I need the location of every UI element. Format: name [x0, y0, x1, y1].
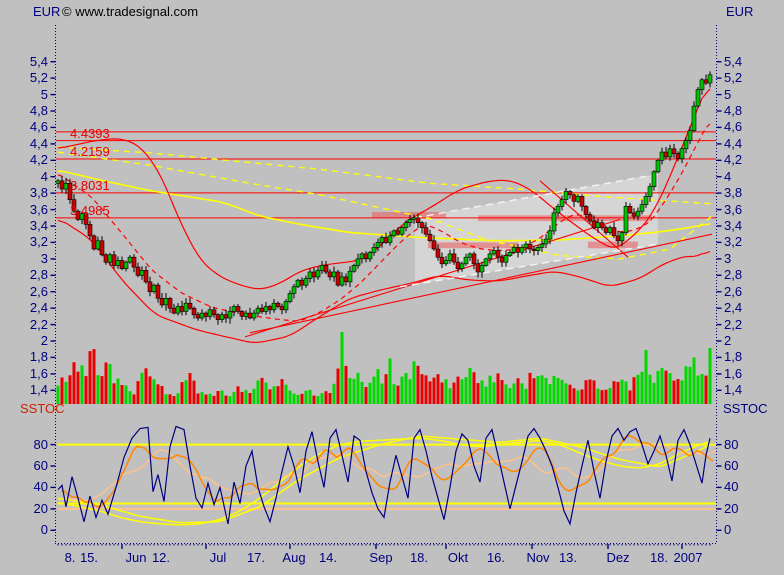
- hline-price-label: 4.2159: [70, 144, 110, 159]
- price-axis-label-right: 2,8: [724, 267, 743, 282]
- price-axis-label-right: 2,6: [724, 284, 743, 299]
- price-axis-label-left: 3: [40, 251, 48, 266]
- price-axis-label-right: 3,2: [724, 234, 743, 249]
- sstoc-axis-label-left: 60: [33, 458, 48, 473]
- price-axis-label-left: 5,2: [29, 70, 48, 85]
- price-axis-label-left: 5: [40, 87, 48, 102]
- price-axis-label-right: 5: [724, 87, 732, 102]
- price-axis-label-left: 2,2: [29, 317, 48, 332]
- chart-canvas[interactable]: [0, 0, 784, 575]
- price-axis-title-right: EUR: [726, 4, 754, 19]
- price-axis-label-right: 3,8: [724, 185, 743, 200]
- price-axis-label-right: 2,4: [724, 300, 743, 315]
- trading-chart-window: EUR © www.tradesignal.com EUR SSTOC SSTO…: [0, 0, 784, 575]
- price-axis-label-right: 1,4: [724, 382, 743, 397]
- price-axis-label-left: 4,4: [29, 136, 48, 151]
- price-axis-label-right: 4,6: [724, 119, 743, 134]
- price-axis-label-right: 5,2: [724, 70, 743, 85]
- price-axis-label-left: 4,6: [29, 119, 48, 134]
- price-axis-label-right: 1,8: [724, 349, 743, 364]
- date-axis-label: 15.: [79, 550, 99, 565]
- price-axis-label-left: 3,4: [29, 218, 48, 233]
- sstoc-axis-label-left: 20: [33, 501, 48, 516]
- date-axis-label: Okt: [447, 550, 469, 565]
- price-axis-label-left: 2,4: [29, 300, 48, 315]
- date-axis-label: 13.: [558, 550, 578, 565]
- sstoc-title-left: SSTOC: [20, 401, 65, 416]
- date-axis-label: Sep: [369, 550, 393, 565]
- sstoc-axis-label-right: 80: [724, 437, 739, 452]
- price-axis-label-left: 1,4: [29, 382, 48, 397]
- sstoc-axis-label-right: 0: [724, 522, 732, 537]
- sstoc-axis-label-left: 0: [40, 522, 48, 537]
- date-axis-label: 17.: [246, 550, 266, 565]
- price-axis-label-left: 4,2: [29, 152, 48, 167]
- price-axis-label-right: 1,6: [724, 366, 743, 381]
- price-axis-label-right: 4,4: [724, 136, 743, 151]
- hline-price-label: 4.4393: [70, 126, 110, 141]
- price-axis-label-left: 3,6: [29, 202, 48, 217]
- date-axis-label: 16.: [486, 550, 506, 565]
- price-axis-label-right: 2: [724, 333, 732, 348]
- date-axis-label: Dez: [606, 550, 630, 565]
- date-axis-label: Aug: [282, 550, 306, 565]
- sstoc-axis-label-right: 20: [724, 501, 739, 516]
- sstoc-axis-label-right: 60: [724, 458, 739, 473]
- date-axis-label: 12.: [151, 550, 171, 565]
- sstoc-title-right: SSTOC: [723, 401, 768, 416]
- price-axis-label-right: 3,4: [724, 218, 743, 233]
- hline-price-label: 3.8031: [70, 178, 110, 193]
- sstoc-axis-label-left: 80: [33, 437, 48, 452]
- price-axis-label-left: 4,8: [29, 103, 48, 118]
- price-axis-label-left: 1,8: [29, 349, 48, 364]
- price-axis-label-left: 2,8: [29, 267, 48, 282]
- price-axis-label-right: 3,6: [724, 202, 743, 217]
- date-axis-label: 14.: [318, 550, 338, 565]
- price-axis-label-right: 4,2: [724, 152, 743, 167]
- hline-price-label: 3.4985: [70, 203, 110, 218]
- price-axis-label-left: 4: [40, 169, 48, 184]
- price-axis-label-right: 4: [724, 169, 732, 184]
- copyright: © www.tradesignal.com: [62, 4, 199, 19]
- price-axis-label-right: 2,2: [724, 317, 743, 332]
- price-axis-title-left: EUR: [33, 4, 61, 19]
- date-axis-label: 2007: [673, 550, 703, 565]
- price-axis-label-right: 3: [724, 251, 732, 266]
- price-axis-label-left: 2,6: [29, 284, 48, 299]
- price-axis-label-left: 1,6: [29, 366, 48, 381]
- date-axis-label: Jul: [209, 550, 227, 565]
- price-axis-label-left: 3,2: [29, 234, 48, 249]
- price-axis-label-left: 2: [40, 333, 48, 348]
- price-axis-label-left: 5,4: [29, 54, 48, 69]
- sstoc-axis-label-right: 40: [724, 479, 739, 494]
- price-axis-label-left: 3,8: [29, 185, 48, 200]
- price-axis-label-right: 5,4: [724, 54, 743, 69]
- sstoc-axis-label-left: 40: [33, 479, 48, 494]
- date-axis-label: 18.: [409, 550, 429, 565]
- price-axis-label-right: 4,8: [724, 103, 743, 118]
